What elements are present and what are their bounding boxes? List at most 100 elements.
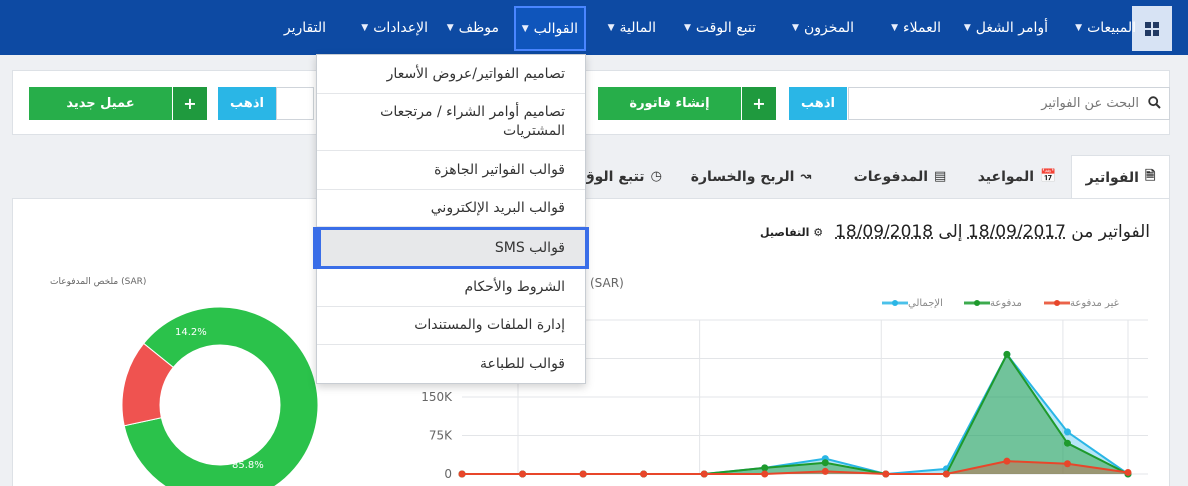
menu-item-print-templates[interactable]: قوالب للطباعة [317,345,585,383]
data-point[interactable] [1003,350,1011,358]
tab-label: المواعيد [977,168,1035,185]
plus-icon[interactable]: + [173,87,207,120]
tab-label: المدفوعات [853,168,929,185]
details-link[interactable]: ⚙ التفاصيل [760,226,823,239]
line-chart-currency: (SAR) [590,276,624,290]
nav-item-settings[interactable]: الإعدادات ▼ [361,0,428,55]
chevron-down-icon: ▼ [607,22,615,33]
data-point[interactable] [640,470,648,478]
chevron-down-icon: ▼ [684,22,691,33]
date-from[interactable]: 18/09/2017 [968,222,1066,242]
data-point[interactable] [761,470,769,478]
nav-item-label: الإعدادات [373,19,428,36]
pie-caption: ملخص المدفوعات (SAR) [50,277,147,287]
grid-menu-button[interactable] [1132,6,1172,51]
line-chart-icon: ↝ [800,169,812,184]
nav-item-time-tracking[interactable]: تتبع الوقت ▼ [684,0,756,55]
menu-item-label: إدارة الملفات والمستندات [414,317,565,333]
client-go-button[interactable]: اذهب [218,87,276,120]
go-label: اذهب [801,96,835,111]
title-prefix: الفواتير من [1071,222,1150,242]
search-input[interactable] [851,88,1139,119]
y-tick-label: 150K [421,390,453,404]
data-point[interactable] [1063,428,1071,436]
tab-time-tracking[interactable]: ◷ تتبع الوق [572,155,672,198]
credit-card-icon: ▤ [934,169,947,184]
chevron-down-icon: ▼ [446,22,454,33]
nav-item-finance[interactable]: المالية ▼ [608,0,656,55]
create-invoice-label: إنشاء فاتورة [629,96,710,111]
create-invoice-button[interactable]: إنشاء فاتورة [598,87,741,120]
nav-item-templates[interactable]: القوالب ▼ [513,6,586,51]
menu-item-sms-templates[interactable]: قوالب SMS [313,227,589,269]
plus-icon[interactable]: + [742,87,776,120]
chevron-down-icon: ▼ [891,22,899,33]
menu-item-purchase-designs[interactable]: تصاميم أوامر الشراء / مرتجعات المشتريات [317,94,585,151]
report-tabs: 🗎 الفواتير 📅 المواعيد ▤ المدفوعات ↝ الربح وا… [12,155,1170,199]
nav-item-label: القوالب [533,20,578,37]
go-label: اذهب [230,96,264,111]
data-point[interactable] [882,470,890,478]
chevron-down-icon: ▼ [792,22,799,33]
data-point[interactable] [1063,460,1071,468]
menu-item-label: تصاميم الفواتير/عروض الأسعار [386,65,565,82]
nav-item-label: المالية [619,19,656,36]
data-point[interactable] [458,470,466,478]
nav-item-label: المخزون [803,19,854,36]
chevron-down-icon: ▼ [963,22,971,33]
menu-item-ready-invoice-templates[interactable]: قوالب الفواتير الجاهزة [317,151,585,190]
data-point[interactable] [1124,468,1132,476]
nav-item-clients[interactable]: العملاء ▼ [891,0,941,55]
data-point[interactable] [1063,439,1071,447]
payments-donut-chart: 14.2% 85.8% [121,306,319,486]
menu-item-invoice-designs[interactable]: تصاميم الفواتير/عروض الأسعار [317,55,585,94]
action-bar: اذهب إنشاء فاتورة + اذهب عميل جديد + [12,70,1170,135]
data-point[interactable] [942,470,950,478]
nav-item-label: تتبع الوقت [695,19,756,36]
tab-invoices[interactable]: 🗎 الفواتير [1071,155,1170,199]
chevron-down-icon: ▼ [1075,22,1083,33]
nav-item-work-orders[interactable]: أوامر الشغل ▼ [964,0,1048,55]
data-point[interactable] [579,470,587,478]
to-word: إلى [938,222,963,242]
grid-icon [1145,21,1159,36]
data-point[interactable] [700,470,708,478]
menu-item-label: قوالب الفواتير الجاهزة [434,161,565,178]
data-point[interactable] [821,467,829,475]
menu-item-file-management[interactable]: إدارة الملفات والمستندات [317,307,585,345]
date-to[interactable]: 18/09/2018 [835,222,933,242]
tab-label: تتبع الوق [582,168,645,185]
file-icon: 🗎 [1144,168,1156,184]
menu-item-label: قوالب البريد الإلكتروني [430,199,565,216]
nav-item-label: العملاء [903,19,941,36]
donut-label-paid: 85.8% [232,460,264,471]
menu-item-terms-conditions[interactable]: الشروط والأحكام [317,269,585,307]
gear-icon: ⚙ [813,226,824,239]
data-point[interactable] [1003,457,1011,465]
menu-item-label: الشروط والأحكام [464,279,565,295]
data-point[interactable] [519,470,527,478]
nav-item-label: المبيعات [1087,19,1136,36]
data-point[interactable] [821,459,829,467]
chevron-down-icon: ▼ [521,23,529,34]
search-icon[interactable] [1148,96,1161,109]
y-tick-label: 75K [429,429,453,443]
templates-dropdown-menu: تصاميم الفواتير/عروض الأسعار تصاميم أوام… [313,54,589,384]
details-label: التفاصيل [760,226,810,239]
menu-item-email-templates[interactable]: قوالب البريد الإلكتروني [317,190,585,227]
tab-profit-loss[interactable]: ↝ الربح والخسارة [676,155,826,198]
report-title: الفواتير من 18/09/2017 إلى 18/09/2018 [835,222,1150,242]
data-point[interactable] [761,464,769,472]
nav-item-label: أوامر الشغل [975,19,1048,36]
search-go-button[interactable]: اذهب [789,87,847,120]
nav-item-sales[interactable]: المبيعات ▼ [1075,0,1136,55]
nav-item-reports[interactable]: التقارير [284,0,326,55]
menu-item-label: قوالب للطباعة [479,355,565,372]
top-navbar: المبيعات ▼ أوامر الشغل ▼ العملاء ▼ المخزون ▼… [0,0,1188,55]
new-client-button[interactable]: عميل جديد [29,87,172,120]
tab-appointments[interactable]: 📅 المواعيد [967,155,1067,198]
client-field[interactable] [276,87,314,120]
tab-payments[interactable]: ▤ المدفوعات [840,155,960,198]
nav-item-employee[interactable]: موظف ▼ [447,0,499,55]
nav-item-inventory[interactable]: المخزون ▼ [792,0,854,55]
